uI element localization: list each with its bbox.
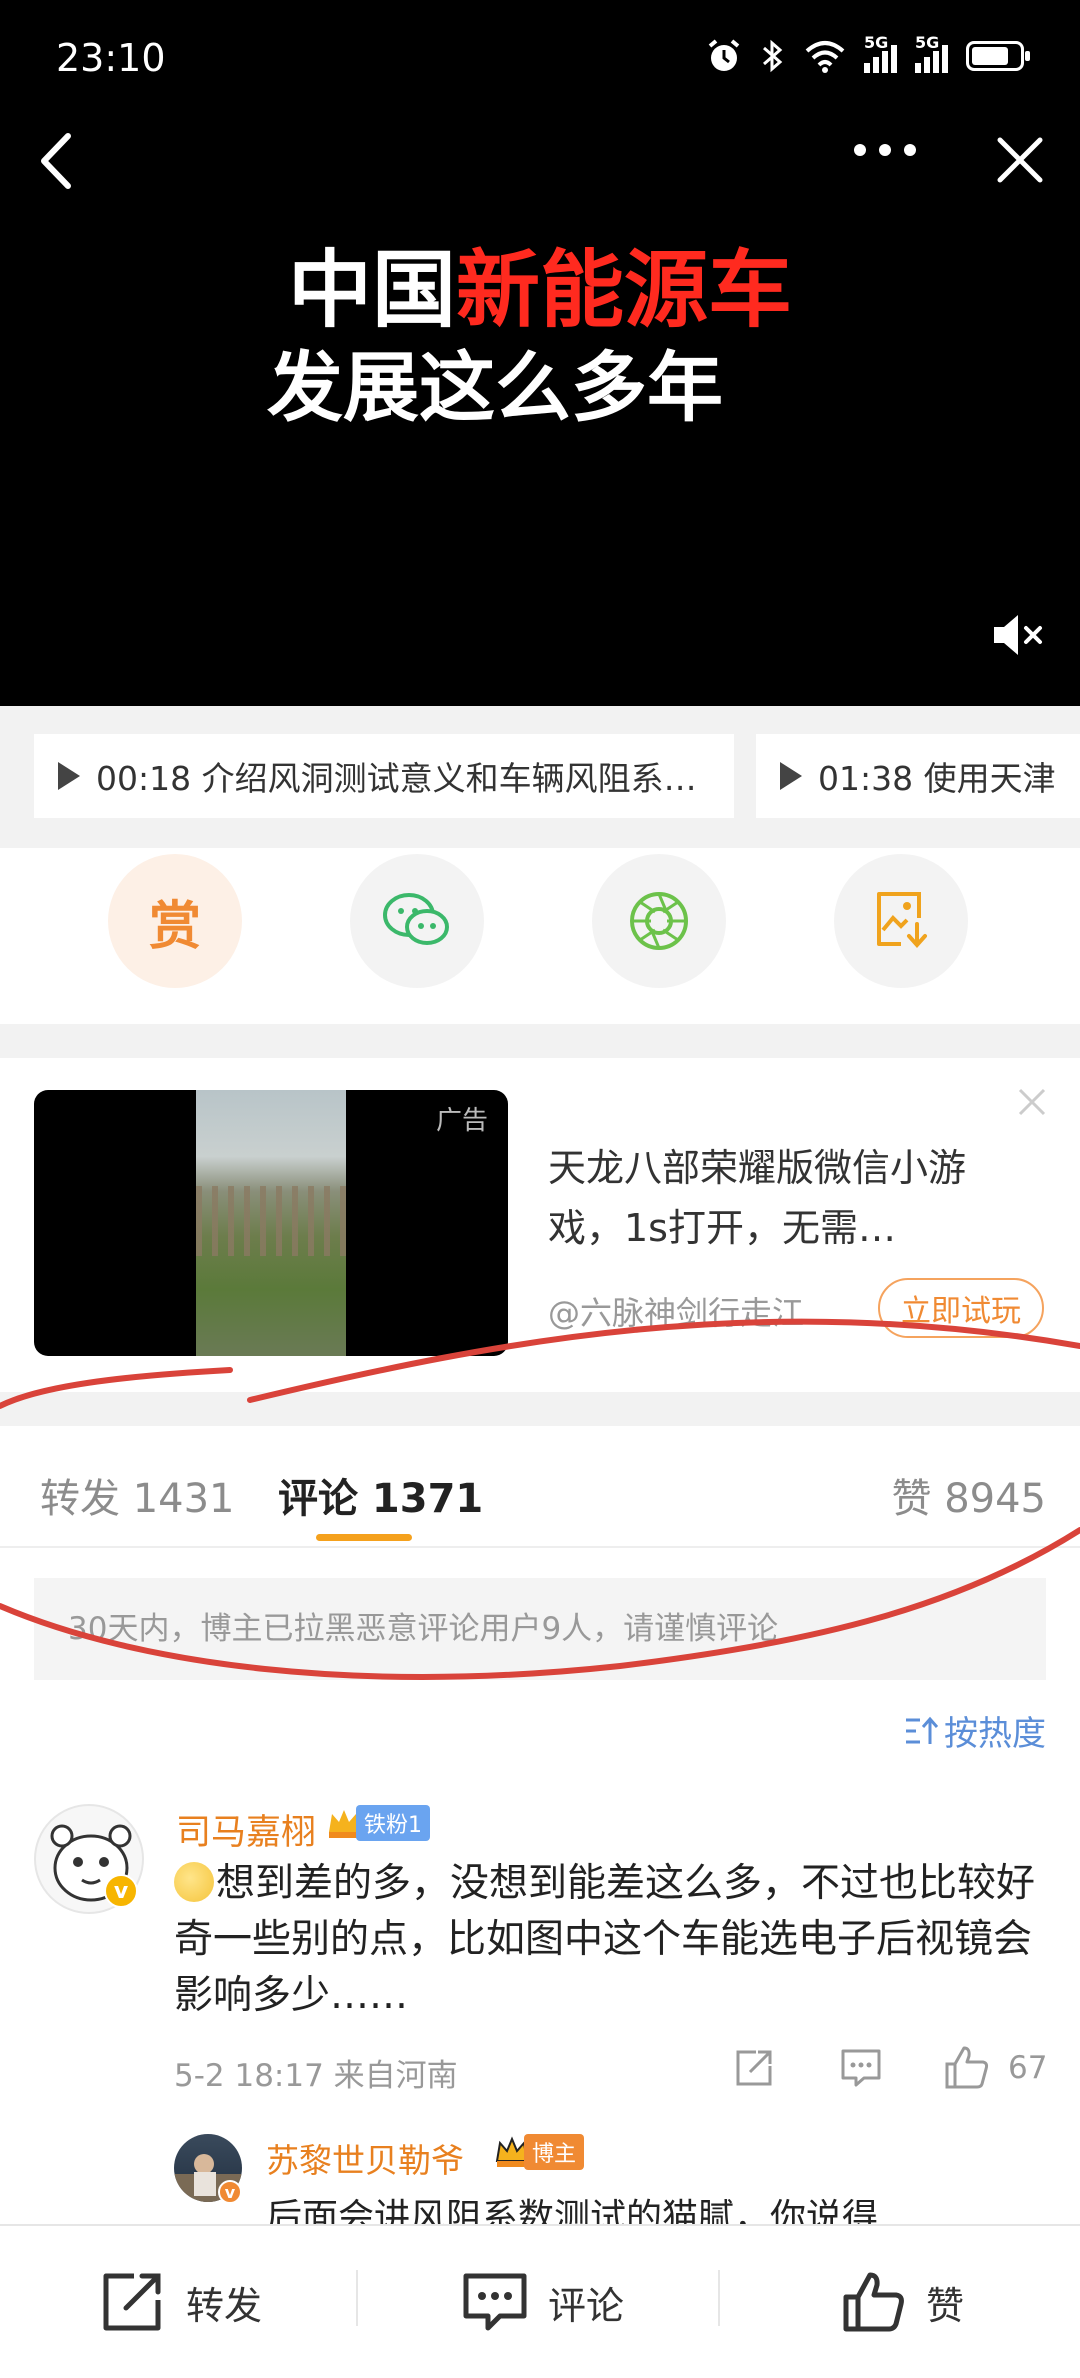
comment-icon[interactable] — [840, 2048, 882, 2088]
play-icon — [58, 762, 80, 790]
verified-badge-icon: v — [104, 1874, 138, 1908]
verified-badge-icon: v — [218, 2180, 242, 2204]
like-icon[interactable] — [944, 2044, 990, 2090]
chapter-label: 00:18 介绍风洞测试意义和车辆风阻系… — [96, 759, 697, 798]
blacklist-notice: 30天内，博主已拉黑恶意评论用户9人，请谨慎评论 — [34, 1578, 1046, 1680]
chapter-label: 01:38 使用天津 — [818, 759, 1056, 798]
status-time: 23:10 — [56, 36, 166, 80]
like-label: 赞 — [926, 2283, 965, 2328]
divider — [718, 2270, 720, 2326]
fan-badge-label: 铁粉1 — [356, 1805, 430, 1841]
more-icon[interactable] — [850, 140, 920, 160]
repost-label: 转发 — [186, 2283, 263, 2328]
ad-title[interactable]: 天龙八部荣耀版微信小游戏，1s打开，无需… — [548, 1138, 1018, 1258]
wechat-button[interactable] — [350, 854, 484, 988]
chapter-list: 00:18 介绍风洞测试意义和车辆风阻系… 01:38 使用天津 — [0, 706, 1080, 848]
mute-icon[interactable] — [990, 610, 1046, 660]
back-icon[interactable] — [30, 126, 80, 196]
ad-cta-button[interactable]: 立即试玩 — [878, 1278, 1044, 1338]
thinking-emoji-icon — [174, 1862, 214, 1902]
bluetooth-icon — [763, 39, 783, 73]
headline-white: 中国 — [287, 241, 456, 339]
repost-icon — [103, 2273, 161, 2331]
video-headline: 中国新能源车 发展这么多年 — [0, 240, 1080, 436]
signal-icon-1: 5G — [864, 33, 897, 73]
sort-button[interactable]: 按热度 — [904, 1706, 1046, 1755]
section-divider — [0, 1024, 1080, 1058]
close-icon[interactable] — [990, 130, 1050, 190]
repost-button[interactable]: 转发 — [100, 2226, 262, 2378]
share-icon[interactable] — [734, 2048, 774, 2088]
headline-red: 新能源车 — [456, 241, 793, 339]
reply-username[interactable]: 苏黎世贝勒爷 — [266, 2134, 464, 2182]
moments-icon — [630, 892, 688, 950]
alarm-icon — [708, 39, 740, 71]
chapter-item[interactable]: 00:18 介绍风洞测试意义和车辆风阻系… — [34, 734, 734, 818]
ad-card[interactable]: 广告 天龙八部荣耀版微信小游戏，1s打开，无需… @六脉神剑行走江… 立即试玩 — [0, 1058, 1080, 1392]
comment-icon — [463, 2273, 527, 2331]
signal-icon-2: 5G — [915, 33, 948, 73]
fan-badge: 铁粉1 — [326, 1805, 430, 1841]
like-button[interactable]: 赞 — [842, 2226, 964, 2378]
ad-photo-fence — [196, 1186, 346, 1256]
comment-label: 评论 — [548, 2283, 625, 2328]
comment-button[interactable]: 评论 — [462, 2226, 624, 2378]
moments-button[interactable] — [592, 854, 726, 988]
chapter-item[interactable]: 01:38 使用天津 — [756, 734, 1080, 818]
network-label: 5G — [864, 33, 889, 52]
ad-video-thumbnail[interactable]: 广告 — [34, 1090, 508, 1356]
video-player[interactable]: 23:10 5G 5G 中国新能源车 发展这么多年 — [0, 0, 1080, 706]
comment-meta: 5-2 18:17 来自河南 — [174, 2058, 458, 2094]
comment-username[interactable]: 司马嘉栩 — [176, 1804, 316, 1855]
wechat-icon — [383, 893, 449, 945]
comment-text: 想到差的多，没想到能差这么多，不过也比较好奇一些别的点，比如图中这个车能选电子后… — [174, 1856, 1040, 2024]
share-actions: 赏 — [0, 848, 1080, 1024]
save-image-icon — [877, 892, 927, 949]
comment-body: 想到差的多，没想到能差这么多，不过也比较好奇一些别的点，比如图中这个车能选电子后… — [174, 1861, 1036, 2018]
host-badge: 博主 — [494, 2134, 585, 2170]
battery-icon — [966, 41, 1030, 71]
reply-text: 后面会讲风阻系数测试的猫腻，你说得 — [266, 2197, 879, 2224]
tab-comment[interactable]: 评论 1371 — [278, 1466, 483, 1524]
headline-line2: 发展这么多年 — [267, 343, 723, 432]
network-label: 5G — [915, 33, 940, 52]
ad-source[interactable]: @六脉神剑行走江… — [548, 1288, 858, 1334]
section-divider — [0, 1392, 1080, 1426]
tab-like[interactable]: 赞 8945 — [891, 1466, 1046, 1524]
close-icon[interactable] — [1016, 1086, 1048, 1118]
tab-repost[interactable]: 转发 1431 — [40, 1466, 235, 1524]
comment-actions — [730, 2044, 1050, 2094]
like-count: 67 — [1008, 2050, 1048, 2086]
save-image-button[interactable] — [834, 854, 968, 988]
status-icons: 5G 5G — [706, 33, 1030, 74]
tab-bar: 转发 1431 评论 1371 赞 8945 — [0, 1426, 1080, 1548]
bottom-action-bar: 转发 评论 赞 — [0, 2224, 1080, 2376]
play-icon — [780, 762, 802, 790]
sort-icon — [906, 1716, 938, 1744]
like-icon — [843, 2272, 904, 2332]
active-tab-indicator — [316, 1534, 412, 1541]
divider — [356, 2270, 358, 2326]
ad-label: 广告 — [435, 1106, 488, 1136]
wifi-icon — [805, 41, 845, 73]
reward-icon: 赏 — [148, 896, 201, 957]
reward-button[interactable]: 赏 — [108, 854, 242, 988]
host-badge-label: 博主 — [524, 2134, 585, 2170]
sort-label: 按热度 — [944, 1714, 1046, 1754]
